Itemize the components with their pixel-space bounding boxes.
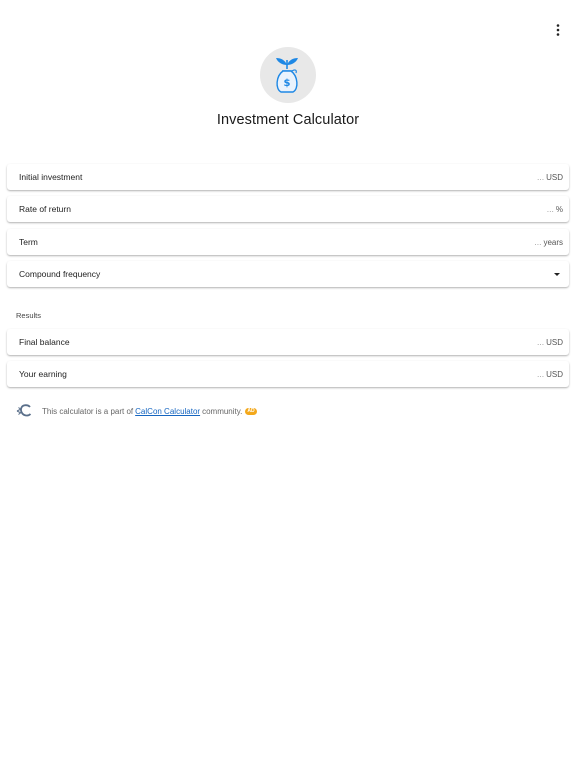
ad-badge: AD: [245, 407, 257, 415]
calcon-link[interactable]: CalCon Calculator: [135, 407, 200, 416]
calculator-page: $ Investment Calculator Initial investme…: [0, 0, 576, 768]
calcon-logo-icon: [16, 404, 32, 417]
your-earning-output: Your earning ... USD: [7, 361, 569, 387]
field-label: Initial investment: [19, 172, 83, 182]
page-title: Investment Calculator: [216, 112, 360, 128]
caret-down-icon: [554, 272, 560, 276]
app-logo: $: [260, 47, 316, 103]
field-label: Compound frequency: [19, 269, 101, 279]
result-label: Your earning: [19, 369, 67, 379]
money-bag-plant-icon: $: [276, 58, 298, 93]
field-label: Rate of return: [19, 204, 71, 214]
final-balance-output: Final balance ... USD: [7, 329, 569, 355]
footer-suffix: community.: [202, 406, 243, 416]
footer-prefix: This calculator is a part of: [42, 406, 134, 416]
results-heading: Results: [16, 311, 42, 320]
more-vert-icon: [556, 24, 560, 36]
field-value[interactable]: ... USD: [537, 172, 563, 182]
compound-frequency-select[interactable]: Compound frequency: [7, 261, 569, 287]
term-field[interactable]: Term ... years: [7, 229, 569, 255]
result-value: ... USD: [537, 369, 563, 379]
field-value[interactable]: ... years: [534, 237, 563, 247]
initial-investment-field[interactable]: Initial investment ... USD: [7, 164, 569, 190]
svg-text:$: $: [284, 78, 291, 89]
field-label: Term: [19, 237, 38, 247]
result-label: Final balance: [19, 337, 70, 347]
field-value[interactable]: ...%: [547, 204, 563, 214]
more-menu-button[interactable]: [546, 20, 570, 40]
result-value: ... USD: [537, 337, 563, 347]
community-footer: This calculator is a part of CalCon Calc…: [16, 404, 257, 418]
rate-of-return-field[interactable]: Rate of return ...%: [7, 196, 569, 222]
